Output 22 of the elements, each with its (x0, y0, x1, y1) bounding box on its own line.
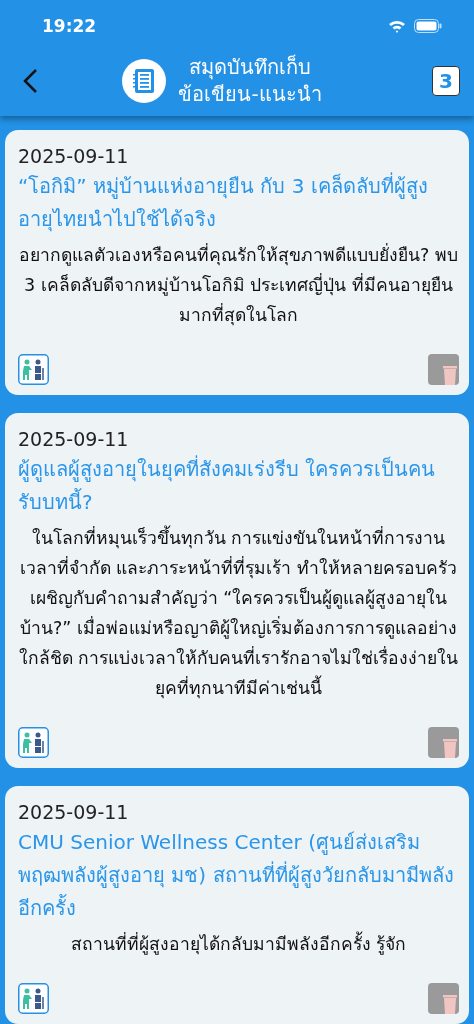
screen-title: ข้อเขียน-แนะนำ (178, 81, 322, 108)
article-title[interactable]: “โอกิมิ” หมู่บ้านแห่งอายุยืน กับ 3 เคล็ดลับที่ผู้สูงอายุไทยนำไปใช้ได้จริง (18, 170, 459, 236)
article-card[interactable] (5, 130, 469, 395)
article-date: 2025-09-11 (18, 144, 130, 169)
wifi-icon (388, 19, 406, 33)
caregiver-icon[interactable] (18, 354, 49, 385)
article-date: 2025-09-11 (18, 427, 130, 452)
battery-icon (414, 19, 442, 33)
count-badge: 3 (432, 66, 460, 96)
notebook-icon (122, 59, 167, 103)
screen-title: สมุดบันทึกเก็บ (189, 54, 312, 81)
article-excerpt: สถานที่ที่ผู้สูงอายุได้กลับมามีพลังอีกครั้ง รู้จัก (18, 929, 459, 959)
article-title[interactable]: ผู้ดูแลผู้สูงอายุในยุคที่สังคมเร่งรีบ ใครควรเป็นคนรับบทนี้? (18, 453, 459, 519)
caregiver-icon[interactable] (18, 727, 49, 758)
article-excerpt: ในโลกที่หมุนเร็วขึ้นทุกวัน การแข่งขันในหน้าที่การงาน เวลาที่จำกัด และภาระหน้าที่ที่รุมเร้า ทำให้หลายครอบครัวเผชิญกับคำถามสำคัญว่า “ใครควรเป็นผู้ดูแลผู้สูงอายุในบ้าน?” เมื่อพ่อแม่หรือญาติผู้ใหญ่เริ่มต้องการการดูแลอย่างใกล้ชิด การแบ่งเวลาให้กับคนที่เรารักอาจไม่ใช่เรื่องง่ายในยุคที่ทุกนาทีมีค่าเช่นนี้ (18, 523, 459, 703)
article-title[interactable]: CMU Senior Wellness Center (ศูนย์ส่งเสริมพฤฒพลังผู้สูงอายุ มช) สถานที่ที่ผู้สูงวัยกลับมามีพลังอีกครั้ง (18, 826, 459, 925)
status-time: 19:22 (42, 16, 98, 36)
article-card[interactable] (5, 413, 469, 768)
article-card[interactable]: 2025-09-11 CMU Senior Wellness Center (ศูนย์ส่งเสริมพฤฒพลังผู้สูงอายุ มช) สถานที่ที่ผู้สูงวัยกลับมามีพลังอีกครั้ง สถานที่ที่ผู้สูงอายุได้กลับมามีพลังอีกครั้ง รู้จัก (5, 786, 469, 1024)
article-date: 2025-09-11 (18, 800, 130, 825)
article-excerpt: อยากดูแลตัวเองหรือคนที่คุณรักให้สุขภาพดีแบบยั่งยืน? พบ 3 เคล็ดลับดีจากหมู่บ้านโอกิมิ ประเทศญี่ปุ่น ที่มีคนอายุยืนมากที่สุดในโลก (18, 242, 459, 328)
caregiver-icon[interactable] (18, 983, 49, 1014)
